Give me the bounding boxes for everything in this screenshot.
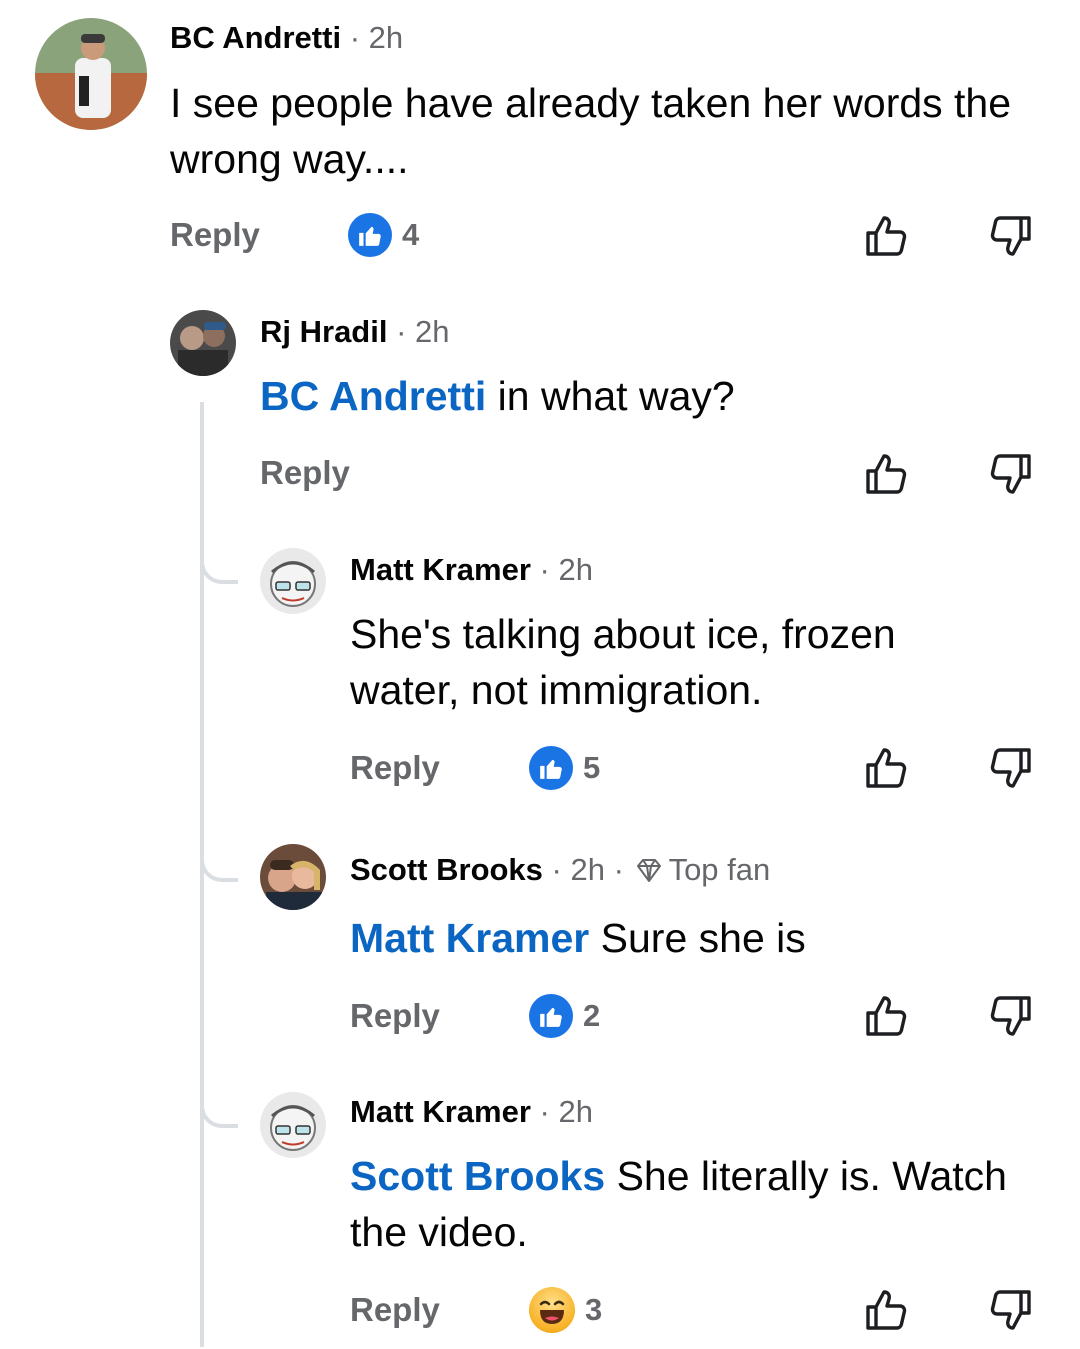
avatar[interactable] (35, 18, 147, 130)
comment-text: She's talking about ice, frozen water, n… (350, 606, 990, 718)
comment-scott-brooks: Scott Brooks · 2h · Top fan Matt Kramer … (0, 830, 1080, 1080)
thumbs-down-icon[interactable] (987, 450, 1035, 498)
reaction-summary[interactable]: 4 (348, 213, 419, 257)
top-fan-badge: Top fan (633, 852, 771, 888)
reaction-summary[interactable]: 2 (529, 994, 600, 1038)
comment-text: Matt Kramer Sure she is (350, 910, 1050, 966)
avatar[interactable] (260, 844, 326, 910)
thumbs-down-icon[interactable] (987, 212, 1035, 260)
comment-rj-hradil: Rj Hradil · 2h BC Andretti in what way? … (0, 290, 1080, 530)
haha-emoji-icon (529, 1287, 575, 1333)
thumbs-up-icon[interactable] (862, 450, 910, 498)
comment-header: Scott Brooks · 2h · Top fan (350, 852, 770, 888)
comment-text: BC Andretti in what way? (260, 368, 1040, 424)
thumbs-down-icon[interactable] (987, 1286, 1035, 1334)
mention-link[interactable]: Matt Kramer (350, 915, 589, 961)
author-name[interactable]: Rj Hradil (260, 314, 387, 349)
timestamp[interactable]: 2h (369, 20, 403, 55)
reply-button[interactable]: Reply (170, 215, 260, 255)
reaction-count: 3 (585, 1292, 603, 1327)
like-badge-icon (529, 746, 573, 790)
reaction-summary[interactable]: 3 (529, 1287, 602, 1333)
reply-button[interactable]: Reply (350, 996, 440, 1036)
comment-header: BC Andretti · 2h (170, 20, 403, 56)
comment-matt-kramer-2: Matt Kramer · 2h Scott Brooks She litera… (0, 1080, 1080, 1349)
separator: · (551, 852, 562, 887)
badge-label: Top fan (668, 852, 771, 887)
author-name[interactable]: Matt Kramer (350, 1094, 531, 1129)
comment-header: Matt Kramer · 2h (350, 552, 593, 588)
thumbs-up-icon[interactable] (862, 744, 910, 792)
reaction-count: 2 (583, 998, 601, 1033)
comment-header: Matt Kramer · 2h (350, 1094, 593, 1130)
separator: · (396, 314, 407, 349)
like-badge-icon (529, 994, 573, 1038)
comment-bc-andretti: BC Andretti · 2h I see people have alrea… (0, 0, 1080, 290)
separator: · (539, 552, 550, 587)
avatar[interactable] (260, 548, 326, 614)
separator: · (349, 20, 361, 55)
timestamp[interactable]: 2h (558, 552, 592, 587)
separator: · (613, 852, 624, 887)
mention-link[interactable]: BC Andretti (260, 373, 486, 419)
comment-text: Scott Brooks She literally is. Watch the… (350, 1148, 1060, 1260)
avatar[interactable] (170, 310, 236, 376)
thumbs-up-icon[interactable] (862, 212, 910, 260)
comment-text: I see people have already taken her word… (170, 75, 1040, 187)
thumbs-down-icon[interactable] (987, 744, 1035, 792)
like-badge-icon (348, 213, 392, 257)
comment-matt-kramer-1: Matt Kramer · 2h She's talking about ice… (0, 530, 1080, 830)
reply-button[interactable]: Reply (260, 453, 350, 493)
comment-body: Sure she is (600, 915, 806, 961)
timestamp[interactable]: 2h (558, 1094, 592, 1129)
author-name[interactable]: Matt Kramer (350, 552, 531, 587)
avatar[interactable] (260, 1092, 326, 1158)
thumbs-up-icon[interactable] (862, 1286, 910, 1334)
mention-link[interactable]: Scott Brooks (350, 1153, 605, 1199)
separator: · (539, 1094, 550, 1129)
author-name[interactable]: BC Andretti (170, 20, 341, 55)
reaction-count: 5 (583, 750, 601, 785)
reply-button[interactable]: Reply (350, 748, 440, 788)
comment-body: She's talking about ice, frozen water, n… (350, 611, 896, 713)
comment-header: Rj Hradil · 2h (260, 314, 450, 350)
comment-body: in what way? (497, 373, 735, 419)
thumbs-up-icon[interactable] (862, 992, 910, 1040)
diamond-icon (636, 859, 661, 882)
author-name[interactable]: Scott Brooks (350, 852, 543, 887)
comment-body: I see people have already taken her word… (170, 80, 1012, 182)
reaction-count: 4 (402, 217, 420, 252)
reply-button[interactable]: Reply (350, 1290, 440, 1330)
reaction-summary[interactable]: 5 (529, 746, 600, 790)
timestamp[interactable]: 2h (571, 852, 605, 887)
timestamp[interactable]: 2h (415, 314, 449, 349)
thumbs-down-icon[interactable] (987, 992, 1035, 1040)
